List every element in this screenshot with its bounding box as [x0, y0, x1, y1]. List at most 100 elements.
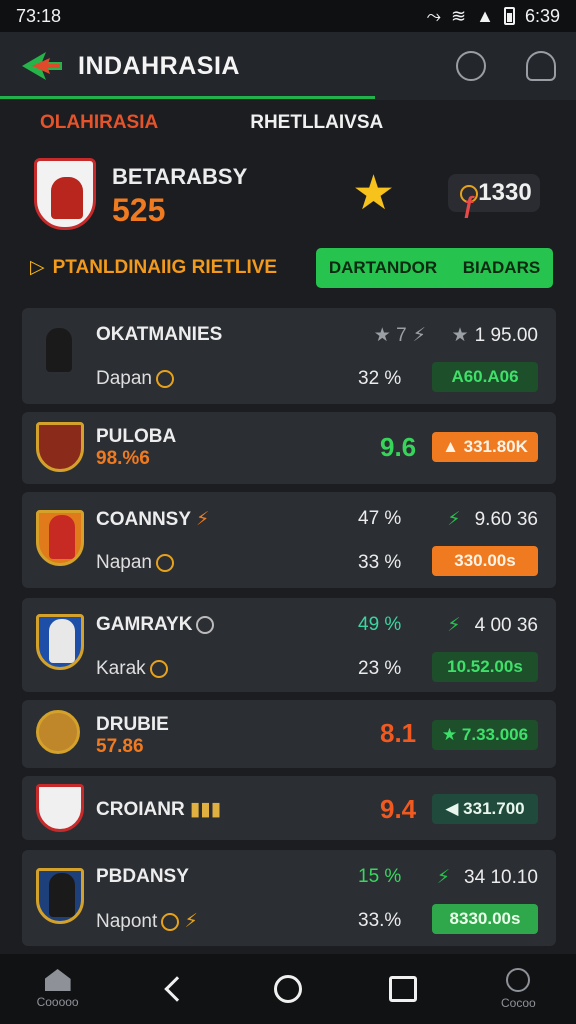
- player-name: CROIANR ▮▮▮: [96, 799, 222, 820]
- lightning-icon: ⚡: [190, 509, 210, 530]
- player-pct: 32 %: [358, 368, 402, 389]
- status-icons: ⤳ ≋ ▲ 6:39: [427, 6, 560, 27]
- player-rating: 9.4: [380, 794, 417, 824]
- club-crest: [36, 510, 84, 566]
- player-name: PULOBA: [96, 426, 177, 447]
- value-pill: 330.00s: [432, 546, 538, 576]
- tab-bar: OLAHIRASIA RHETLLAIVSA: [0, 106, 576, 140]
- star-icon: ★: [441, 725, 462, 744]
- lightning-icon: ⚡: [447, 509, 461, 530]
- club-crest: [36, 784, 84, 832]
- nav-back[interactable]: [138, 959, 208, 1019]
- status-clock: 6:39: [524, 5, 560, 26]
- player-rating: 9.6: [380, 432, 417, 462]
- player-stat-b: ⚡ 34 10.10: [436, 867, 538, 888]
- up-arrow-icon: ▲: [442, 437, 464, 456]
- player-sub: Karak: [96, 658, 168, 680]
- list-item[interactable]: GAMRAYK Karak 49 % ⚡ 4 00 36 23 % 10.52.0…: [22, 598, 556, 692]
- list-item[interactable]: PBDANSY Napont ⚡ 15 % ⚡ 34 10.10 33.% 833…: [22, 850, 556, 946]
- value-pill: ★ 7.33.006: [432, 720, 538, 750]
- profile-summary: BETARABSY 525 ★ ƒ1330: [0, 150, 576, 245]
- action-button-right: BIADARS: [462, 258, 541, 277]
- coin-balance[interactable]: ƒ1330: [448, 174, 540, 219]
- value-pill: 10.52.00s: [432, 652, 538, 682]
- signal-icon: ▲: [476, 5, 494, 26]
- value-pill: A60.A06: [432, 362, 538, 392]
- coin-icon: [149, 659, 168, 678]
- nav-mic[interactable]: Cocoo: [483, 959, 553, 1019]
- arrow-logo-icon: [20, 48, 64, 84]
- promo-link[interactable]: ▷ PTANLDINAIIG RIETLIVE: [30, 256, 277, 279]
- player-stat-b: ⚡ 4 00 36: [447, 615, 538, 636]
- left-arrow-icon: ◀: [445, 799, 464, 818]
- player-pct-top: 47 %: [358, 508, 402, 529]
- player-pct-top: 15 %: [358, 866, 402, 887]
- player-sub: Napont ⚡: [96, 911, 198, 932]
- list-item[interactable]: PULOBA 98.%6 9.6 ▲ 331.80K: [22, 412, 556, 484]
- battery-icon: [503, 7, 515, 25]
- app-bar: INDAHRASIA: [0, 32, 576, 100]
- club-crest: [36, 710, 80, 754]
- coin-icon: ƒ: [460, 184, 479, 219]
- player-pct: 23 %: [358, 658, 402, 679]
- mic-icon: [506, 968, 531, 992]
- player-stat-b: ★ 1 95.00: [451, 325, 538, 346]
- recents-icon: [389, 976, 418, 1002]
- player-sub: 57.86: [96, 736, 144, 757]
- club-crest: [36, 614, 84, 670]
- tab-rhetllaivsa[interactable]: RHETLLAIVSA: [250, 106, 383, 140]
- star-icon: ★: [451, 325, 469, 346]
- list-item[interactable]: COANNSY ⚡ Napan 47 % ⚡ 9.60 36 33 % 330.0…: [22, 492, 556, 588]
- back-icon: [164, 976, 190, 1002]
- list-item[interactable]: CROIANR ▮▮▮ 9.4 ◀ 331.700: [22, 776, 556, 840]
- coin-value: 1330: [478, 179, 532, 206]
- coin-icon: [156, 553, 174, 572]
- player-name: COANNSY ⚡: [96, 509, 210, 530]
- value-pill: ◀ 331.700: [432, 794, 538, 824]
- player-name: OKATMANIES: [96, 324, 223, 345]
- nav-mic-label: Cocoo: [501, 996, 536, 1010]
- target-icon[interactable]: [456, 51, 486, 81]
- header-progress-line: [0, 96, 375, 99]
- wifi-icon: ≋: [451, 5, 467, 26]
- home-icon: [44, 969, 71, 991]
- player-name: PBDANSY: [96, 866, 189, 887]
- profile-name: BETARABSY: [112, 164, 248, 189]
- player-sub: Napan: [96, 552, 174, 574]
- coin-icon: [196, 615, 215, 634]
- tab-olahirasia[interactable]: OLAHIRASIA: [40, 106, 158, 140]
- bell-icon[interactable]: [526, 51, 556, 81]
- promo-banner: ▷ PTANLDINAIIG RIETLIVE DARTANDOR BIADARS: [0, 248, 576, 290]
- list-item[interactable]: OKATMANIES Dapan ★ 7 ⚡ ★ 1 95.00 32 % A60.…: [22, 308, 556, 404]
- club-crest: [36, 422, 84, 472]
- no-sim-icon: ⤳: [426, 5, 442, 26]
- player-avatar: [36, 326, 84, 382]
- action-button[interactable]: DARTANDOR BIADARS: [316, 248, 553, 288]
- list-item[interactable]: DRUBIE 57.86 8.1 ★ 7.33.006: [22, 700, 556, 768]
- bottom-nav: Cooooo Cocoo: [0, 954, 576, 1024]
- player-pct-top: 49 %: [358, 614, 402, 635]
- nav-home-label: Cooooo: [36, 995, 79, 1009]
- player-sub: 98.%6: [96, 448, 150, 469]
- nav-home-button[interactable]: [253, 959, 323, 1019]
- nav-home[interactable]: Cooooo: [23, 959, 93, 1019]
- nav-recents[interactable]: [368, 959, 438, 1019]
- player-pct: 33.%: [358, 910, 402, 931]
- coin-icon: [156, 369, 174, 388]
- coin-icon: [161, 912, 180, 931]
- flag-icon: ▮▮▮: [184, 799, 222, 820]
- star-icon[interactable]: ★: [352, 170, 395, 218]
- lightning-icon: ⚡: [436, 867, 451, 888]
- club-crest: [36, 868, 84, 924]
- player-rating: 8.1: [380, 718, 417, 748]
- value-pill: ▲ 331.80K: [432, 432, 538, 462]
- promo-text: PTANLDINAIIG RIETLIVE: [52, 257, 278, 278]
- player-name: GAMRAYK: [96, 614, 215, 636]
- status-bar: 73:18 ⤳ ≋ ▲ 6:39: [0, 0, 576, 32]
- profile-score: 525: [112, 192, 166, 228]
- play-arrow-icon: ▷: [30, 257, 45, 278]
- lightning-icon: ⚡: [412, 325, 426, 346]
- player-stat-b: ⚡ 9.60 36: [447, 509, 538, 530]
- lightning-icon: ⚡: [447, 615, 461, 636]
- player-stat-a: ★ 7 ⚡: [373, 325, 426, 346]
